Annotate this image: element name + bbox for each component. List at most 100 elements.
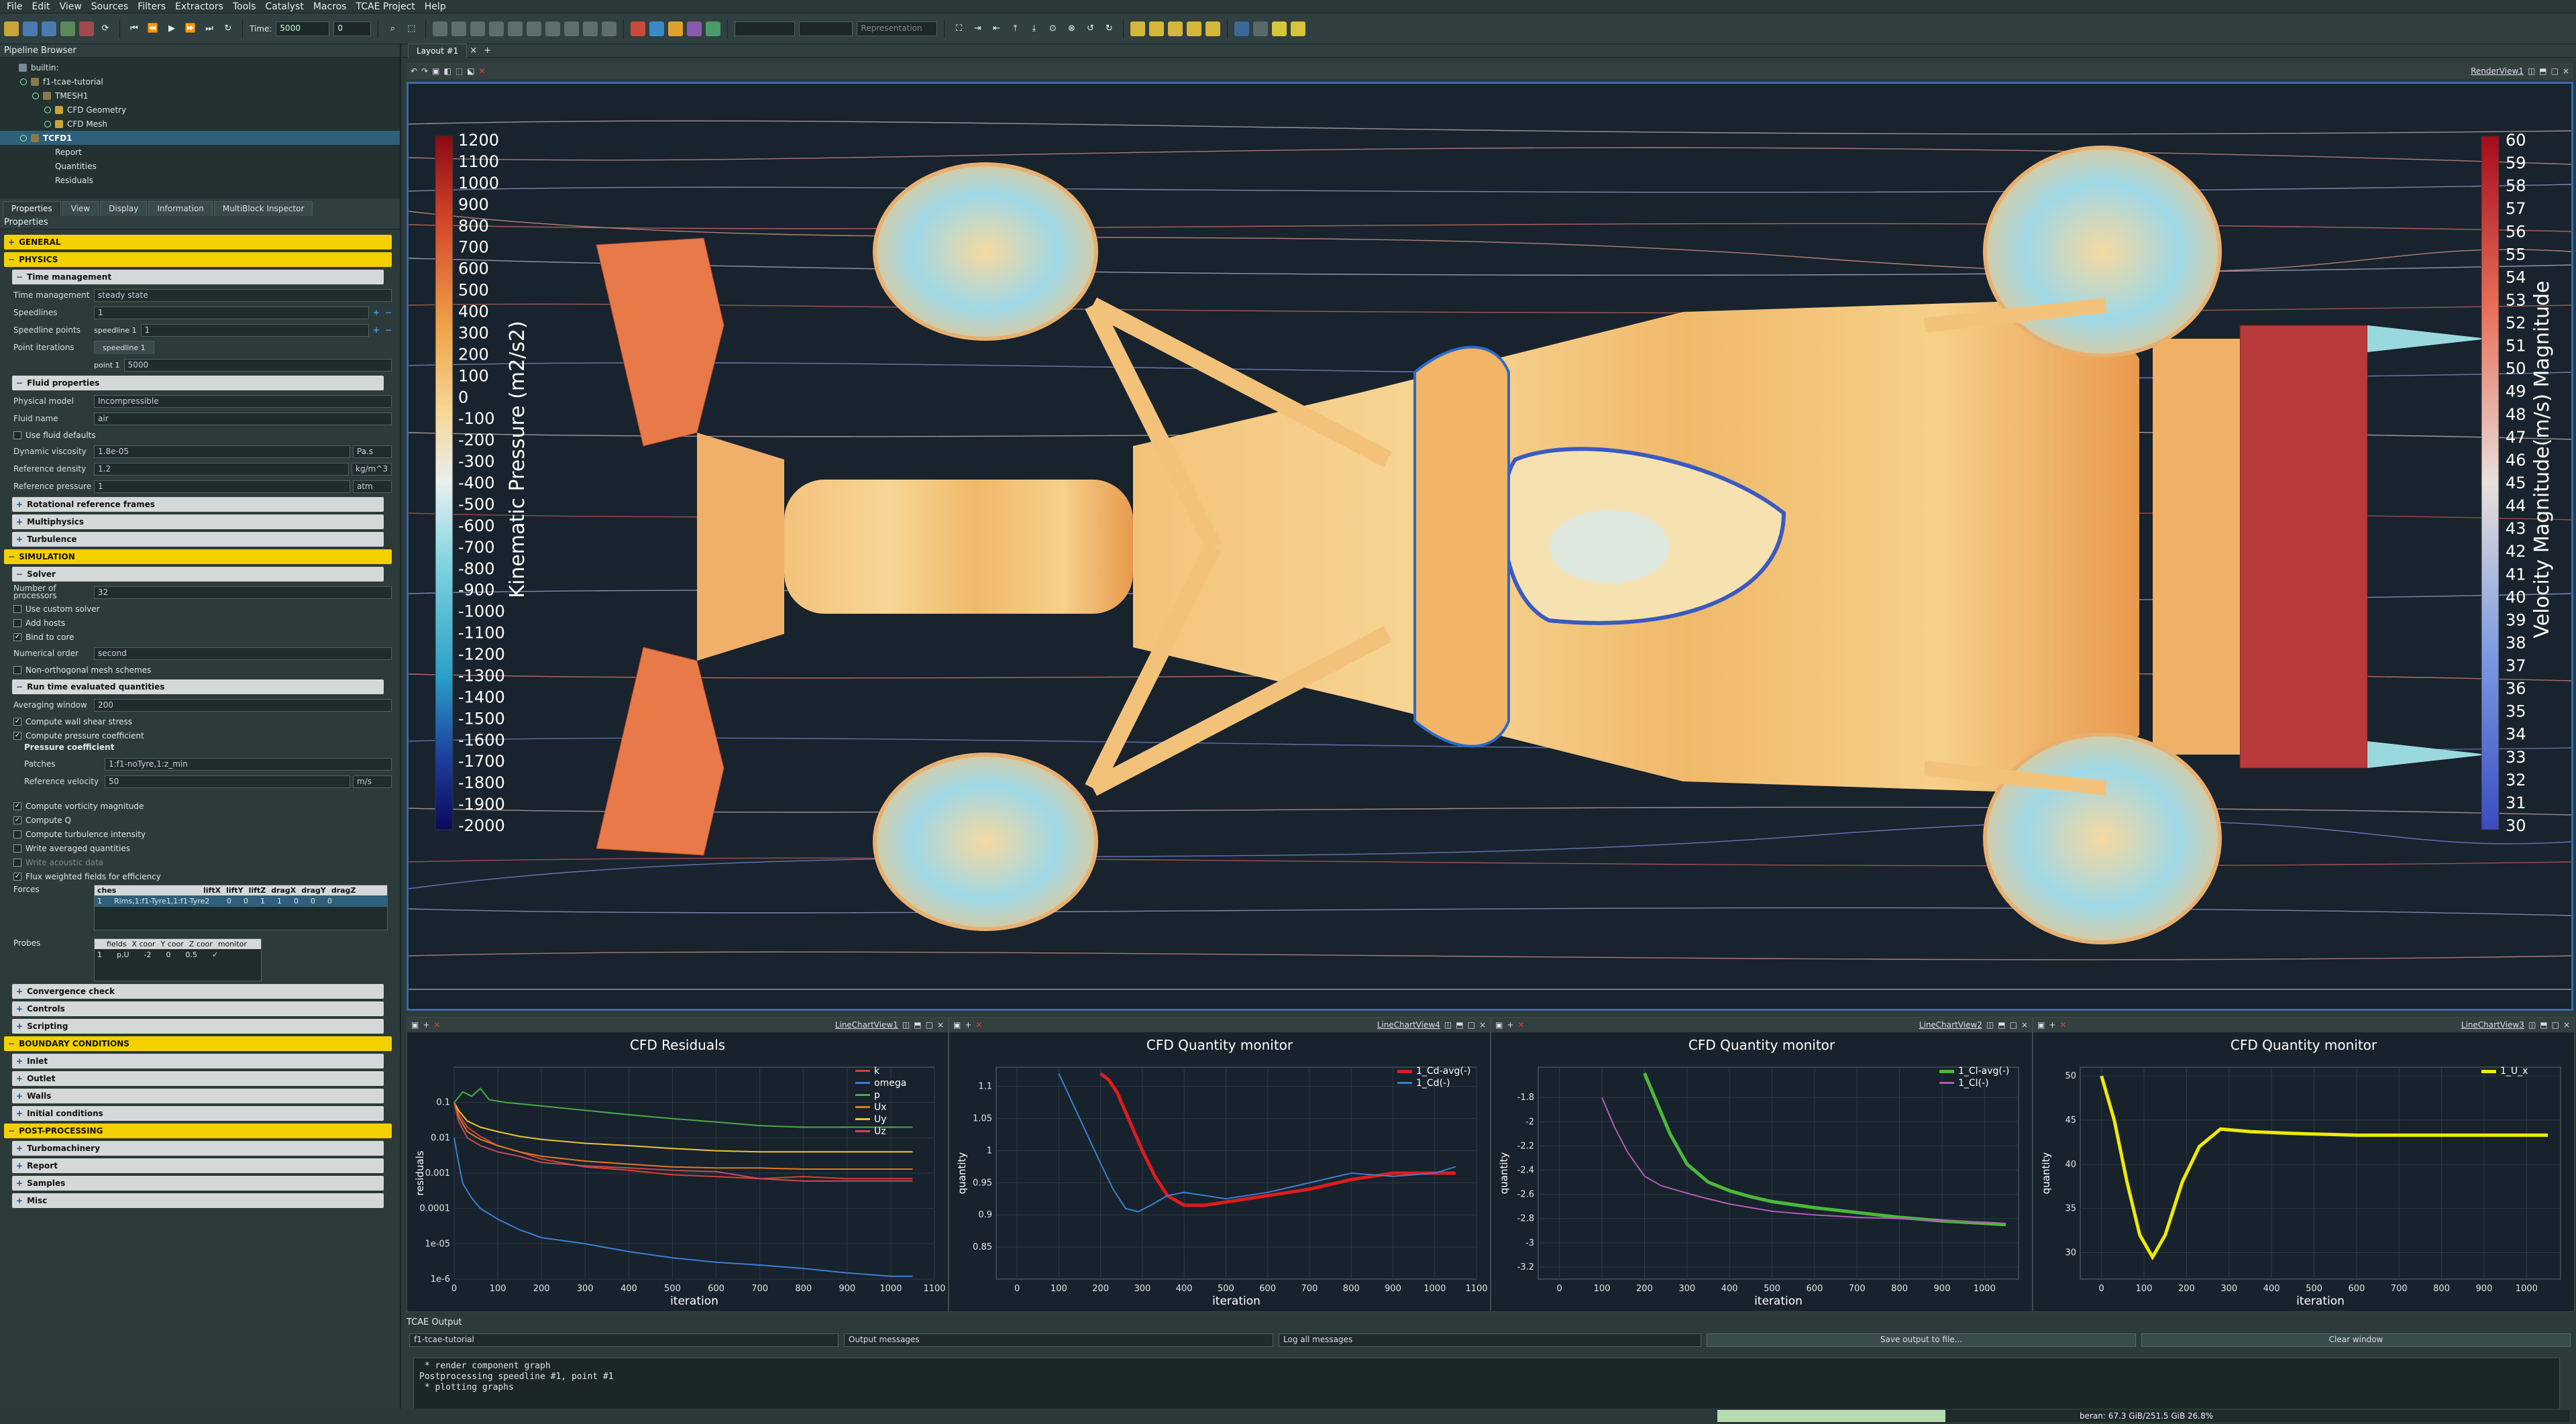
averaged-quantities-checkbox[interactable]: Write averaged quantities [13,841,392,855]
group-multiphysics[interactable]: + Multiphysics [12,514,384,529]
rotate-90-icon[interactable]: ↺ [1083,21,1097,36]
clip-icon[interactable] [470,21,486,36]
group-misc[interactable]: + Misc [12,1193,384,1208]
capture-icon[interactable]: ▣ [1495,1020,1503,1030]
section-general[interactable]: + GENERAL [4,235,392,250]
group-controls[interactable]: + Controls [12,1001,384,1016]
python-shell-icon[interactable] [1234,21,1250,36]
add-icon[interactable]: + [373,308,380,317]
checkbox-box[interactable]: ✓ [13,633,21,641]
group-convergence-check[interactable]: + Convergence check [12,984,384,999]
checkbox-box[interactable] [13,665,21,674]
group-solver[interactable]: − Solver [12,567,384,582]
group-initial-conditions[interactable]: + Initial conditions [12,1106,384,1121]
checkbox-box[interactable]: ✓ [13,731,21,740]
remove-icon[interactable]: − [385,325,392,335]
group-turbulence[interactable]: + Turbulence [12,532,384,547]
disconnect-icon[interactable] [79,21,94,36]
rescale-range-icon[interactable] [649,21,665,36]
split-horizontal-icon[interactable]: ◫ [2528,1020,2536,1030]
capture-icon[interactable]: ▣ [411,1020,419,1030]
clear-selection-icon[interactable]: ✕ [479,66,486,76]
checkbox-box[interactable] [13,830,21,838]
view-plus-x-icon[interactable]: ⇥ [970,21,985,36]
slice-icon[interactable] [489,21,504,36]
capture-icon[interactable]: ▣ [2037,1020,2045,1030]
speedlines-input[interactable]: 1 [94,306,369,319]
component-dropdown[interactable] [799,21,853,36]
section-physics[interactable]: − PHYSICS [4,252,392,267]
checkbox-box[interactable] [13,604,21,613]
split-vertical-icon[interactable]: ⬒ [2539,66,2546,76]
view-plus-y-icon[interactable]: ⤒ [1008,21,1022,36]
line-chart-view-3[interactable]: ▣ + ✕ LineChartView3 ◫ ⬒ □ × CFD Quantity monit… [2033,1017,2575,1312]
section-simulation[interactable]: − SIMULATION [4,549,392,564]
fluid-name-select[interactable]: air [94,412,392,425]
glyph-icon[interactable] [545,21,561,36]
split-horizontal-icon[interactable]: ◫ [2528,66,2535,76]
close-view-icon[interactable]: × [2563,66,2569,76]
density-input[interactable]: 1.2 [94,462,349,476]
group-walls[interactable]: + Walls [12,1089,384,1103]
physical-model-select[interactable]: Incompressible [94,394,392,408]
camera-redo-icon[interactable]: ↷ [421,66,428,76]
zoom-icon[interactable]: + [1507,1020,1513,1030]
zoom-box-icon[interactable]: ⬚ [404,21,419,36]
add-layout-icon[interactable]: + [484,46,491,56]
threshold-icon[interactable] [508,21,523,36]
compute-q-checkbox[interactable]: ✓ Compute Q [13,813,392,827]
split-horizontal-icon[interactable]: ◫ [1444,1020,1452,1030]
time-index-spinbox[interactable]: 0 [333,21,372,36]
turbulence-intensity-checkbox[interactable]: Compute turbulence intensity [13,827,392,841]
checkbox-box[interactable] [13,431,21,439]
calculator-icon[interactable] [433,21,448,36]
stream-tracer-icon[interactable] [564,21,580,36]
capture-screenshot-icon[interactable]: ▣ [432,66,439,76]
menu-sources[interactable]: Sources [91,1,128,12]
maximize-icon[interactable]: □ [926,1020,933,1030]
checkbox-box[interactable]: ✓ [13,717,21,726]
numerical-order-select[interactable]: second [94,647,392,660]
speedline-points-input[interactable]: 1 [140,323,369,337]
acoustic-data-checkbox[interactable]: Write acoustic data [13,855,392,869]
point-iterations-input[interactable]: 5000 [123,358,392,372]
density-unit-select[interactable]: kg/m^3 [352,462,392,476]
select-surface-icon[interactable]: ⬚ [455,66,463,76]
loop-icon[interactable]: ↻ [221,21,235,36]
previous-frame-icon[interactable]: ⏪ [146,21,160,36]
contour-icon[interactable] [451,21,467,36]
reset-camera-icon[interactable]: ⛶ [951,21,966,36]
menu-catalyst[interactable]: Catalyst [265,1,303,12]
output-source-select[interactable]: f1-tcae-tutorial [409,1333,839,1347]
macro-icon[interactable] [1253,21,1269,36]
split-vertical-icon[interactable]: ⬒ [1456,1020,1463,1030]
checkbox-box[interactable]: ✓ [13,816,21,824]
tab-multiblock-inspector[interactable]: MultiBlock Inspector [213,201,313,216]
remove-icon[interactable]: − [385,308,392,317]
visibility-eye-icon[interactable] [32,92,39,99]
group-inlet[interactable]: + Inlet [12,1054,384,1069]
reference-velocity-input[interactable]: 50 [105,775,350,788]
pipeline-item-selected[interactable]: TCFD1 [0,131,400,145]
wall-shear-checkbox[interactable]: ✓ Compute wall shear stress [13,714,392,728]
split-vertical-icon[interactable]: ⬒ [1998,1020,2005,1030]
clear-selection-icon[interactable]: ✕ [1517,1020,1524,1030]
menu-edit[interactable]: Edit [32,1,50,12]
last-frame-icon[interactable]: ⏭ [202,21,217,36]
table-row[interactable]: 1 p,U -2 0 0.5 ✓ [95,949,261,961]
extract-subset-icon[interactable] [527,21,542,36]
section-boundary-conditions[interactable]: − BOUNDARY CONDITIONS [4,1036,392,1051]
velocity-unit-select[interactable]: m/s [353,775,392,788]
split-horizontal-icon[interactable]: ◫ [902,1020,910,1030]
menu-file[interactable]: File [7,1,22,12]
pipeline-item[interactable]: Residuals [0,173,400,187]
visibility-eye-icon[interactable] [44,106,51,113]
warp-icon[interactable] [583,21,598,36]
annotate-icon[interactable] [1291,21,1306,36]
view-minus-y-icon[interactable]: ⤓ [1026,21,1041,36]
pressure-unit-select[interactable]: atm [353,480,392,493]
clear-selection-icon[interactable]: ✕ [975,1020,982,1030]
save-output-button[interactable]: Save output to file... [1707,1333,2136,1347]
group-turbomachinery[interactable]: + Turbomachinery [12,1141,384,1156]
processors-input[interactable]: 32 [94,586,392,599]
